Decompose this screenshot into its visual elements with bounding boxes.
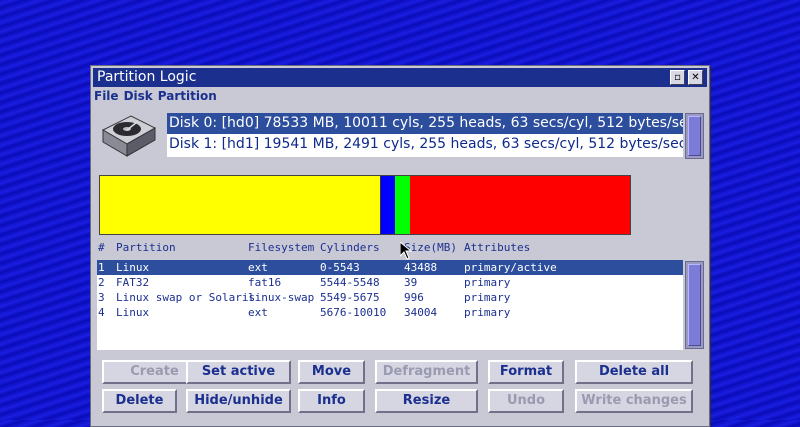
partition-map-segment-3[interactable]: [395, 176, 410, 234]
title-bar[interactable]: Partition Logic ▫ ✕: [93, 68, 707, 87]
write-changes-button[interactable]: Write changes: [575, 389, 693, 413]
col-cylinders: Cylinders: [320, 241, 380, 254]
hard-disk-icon: [101, 115, 157, 157]
partition-map-segment-1[interactable]: [100, 176, 381, 234]
col-num: #: [98, 241, 105, 254]
disk-row-1[interactable]: Disk 1: [hd1] 19541 MB, 2491 cyls, 255 h…: [167, 134, 683, 155]
table-row[interactable]: 1 Linux ext 0-5543 43488 primary/active: [97, 260, 683, 275]
menu-partition[interactable]: Partition: [158, 89, 217, 103]
disk-list[interactable]: Disk 0: [hd0] 78533 MB, 10011 cyls, 255 …: [167, 113, 683, 157]
window-title: Partition Logic: [97, 69, 197, 85]
close-button[interactable]: ✕: [688, 70, 703, 85]
hide-unhide-button[interactable]: Hide/unhide: [186, 389, 291, 413]
col-filesystem: Filesystem: [248, 241, 315, 254]
delete-button[interactable]: Delete: [102, 389, 177, 413]
minimize-button[interactable]: ▫: [670, 70, 685, 85]
partition-map-segment-4[interactable]: [410, 176, 630, 234]
partition-table-header: # Partition Filesystem Cylinders Size(MB…: [97, 241, 697, 257]
move-button[interactable]: Move: [298, 360, 365, 384]
table-row[interactable]: 3 Linux swap or Solaris linux-swap 5549-567…: [97, 290, 683, 305]
defragment-button[interactable]: Defragment: [375, 360, 478, 384]
menu-bar: File Disk Partition: [94, 89, 222, 105]
partition-map-segment-2[interactable]: [381, 176, 395, 234]
disk-list-scrollbar[interactable]: [685, 113, 704, 159]
resize-button[interactable]: Resize: [375, 389, 478, 413]
format-button[interactable]: Format: [488, 360, 564, 384]
partition-map[interactable]: [99, 175, 631, 235]
table-row[interactable]: 4 Linux ext 5676-10010 34004 primary: [97, 305, 683, 320]
menu-file[interactable]: File: [94, 89, 119, 103]
partition-table[interactable]: 1 Linux ext 0-5543 43488 primary/active 2 FAT3…: [97, 260, 683, 350]
partition-table-scrollbar[interactable]: [685, 261, 704, 349]
delete-all-button[interactable]: Delete all: [575, 360, 693, 384]
menu-disk[interactable]: Disk: [124, 89, 153, 103]
mouse-pointer-icon: [400, 242, 412, 260]
disk-list-scroll-thumb[interactable]: [688, 116, 701, 156]
col-partition: Partition: [116, 241, 176, 254]
set-active-button[interactable]: Set active: [186, 360, 291, 384]
undo-button[interactable]: Undo: [488, 389, 564, 413]
disk-row-0[interactable]: Disk 0: [hd0] 78533 MB, 10011 cyls, 255 …: [167, 113, 683, 134]
col-attributes: Attributes: [464, 241, 531, 254]
partition-table-scroll-thumb[interactable]: [688, 264, 701, 346]
info-button[interactable]: Info: [298, 389, 365, 413]
table-row[interactable]: 2 FAT32 fat16 5544-5548 39 primary: [97, 275, 683, 290]
